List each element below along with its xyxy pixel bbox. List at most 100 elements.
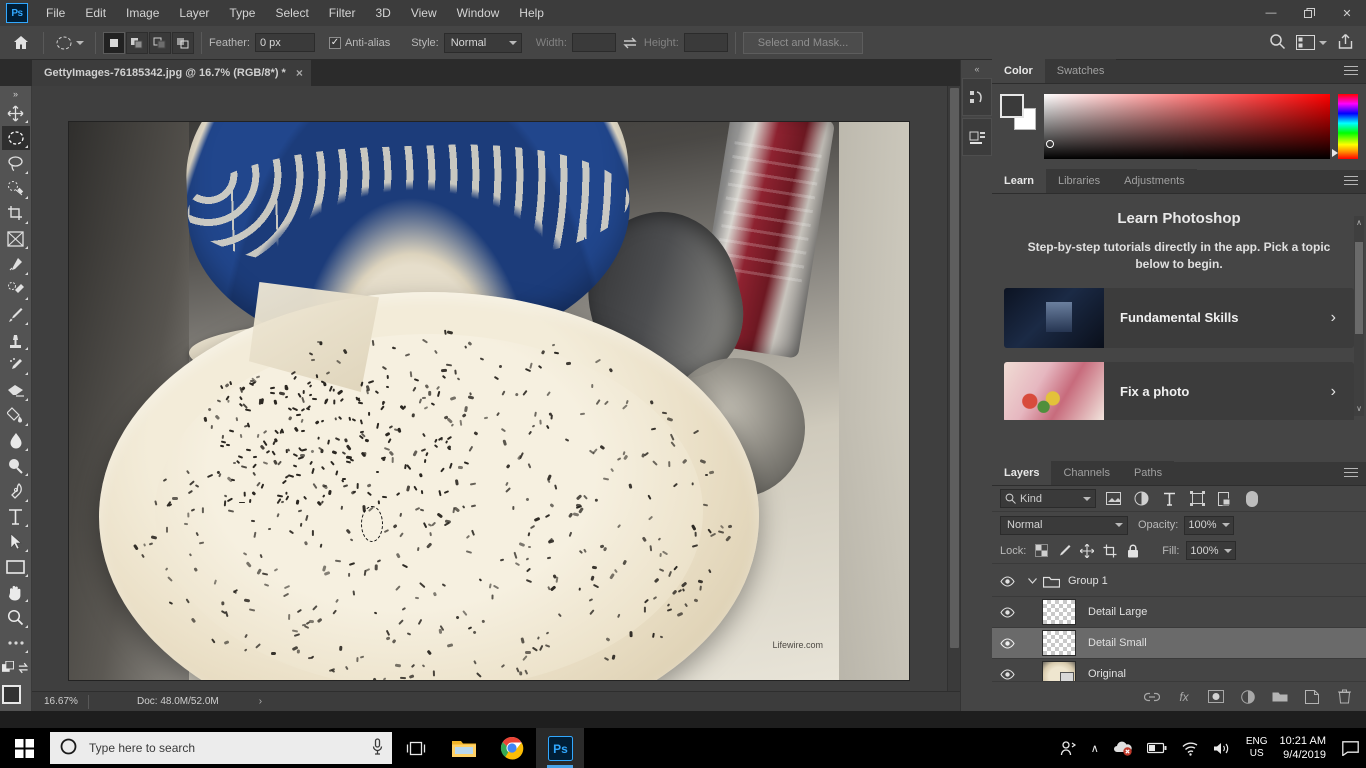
close-button[interactable]: ✕ xyxy=(1328,0,1366,26)
document-tab[interactable]: GettyImages-76185342.jpg @ 16.7% (RGB/8*… xyxy=(32,60,311,86)
menu-type[interactable]: Type xyxy=(219,0,265,26)
task-view-icon[interactable] xyxy=(392,728,440,768)
layer-filter-kind-select[interactable]: Kind xyxy=(1000,489,1096,508)
new-selection-button[interactable] xyxy=(103,31,125,54)
gradient-tool[interactable] xyxy=(2,404,30,428)
layer-visibility-toggle[interactable] xyxy=(992,606,1022,618)
subtract-from-selection-button[interactable] xyxy=(149,31,171,54)
home-icon[interactable] xyxy=(6,30,36,56)
anti-alias-checkbox[interactable]: ✓ xyxy=(328,36,341,49)
canvas-vertical-scrollbar[interactable] xyxy=(947,86,960,698)
color-field-cursor[interactable] xyxy=(1046,140,1054,148)
crop-tool[interactable] xyxy=(2,202,30,226)
share-icon[interactable] xyxy=(1337,33,1354,53)
group-expand-toggle[interactable] xyxy=(1022,578,1042,584)
close-icon[interactable]: × xyxy=(296,66,303,80)
layer-name[interactable]: Group 1 xyxy=(1060,575,1108,587)
menu-view[interactable]: View xyxy=(401,0,447,26)
file-explorer-icon[interactable] xyxy=(440,728,488,768)
height-input[interactable] xyxy=(683,33,728,52)
dodge-tool[interactable] xyxy=(2,454,30,478)
elliptical-marquee-selection[interactable] xyxy=(361,506,383,542)
layer-row-detail-small[interactable]: Detail Small xyxy=(992,628,1366,659)
filter-toggle[interactable] xyxy=(1246,490,1258,507)
rectangle-tool[interactable] xyxy=(2,555,30,579)
brush-tool[interactable] xyxy=(2,303,30,327)
type-tool[interactable] xyxy=(2,505,30,529)
hand-tool[interactable] xyxy=(2,580,30,604)
layer-visibility-toggle[interactable] xyxy=(992,637,1022,649)
hue-slider-marker[interactable] xyxy=(1332,149,1338,157)
more-tools[interactable] xyxy=(2,631,30,655)
layer-name[interactable]: Detail Large xyxy=(1076,606,1147,618)
lock-transparent-pixels-icon[interactable] xyxy=(1033,543,1049,559)
add-layer-style-icon[interactable]: fx xyxy=(1176,689,1192,705)
frame-tool[interactable] xyxy=(2,227,30,251)
layer-visibility-toggle[interactable] xyxy=(992,668,1022,680)
canvas-area[interactable]: Lifewire.com 16.67% Doc: 48.0M/52.0M › xyxy=(32,86,960,711)
quick-mask-and-swap[interactable] xyxy=(1,656,30,680)
zoom-tool[interactable] xyxy=(2,605,30,629)
menu-select[interactable]: Select xyxy=(265,0,318,26)
dock-collapse-icon[interactable]: « xyxy=(961,60,993,78)
lock-artboard-nesting-icon[interactable] xyxy=(1102,543,1118,559)
document-canvas[interactable]: Lifewire.com xyxy=(69,122,909,680)
learn-panel-scrollbar[interactable]: ∧ ∨ xyxy=(1354,216,1364,416)
panel-menu-icon[interactable] xyxy=(1344,66,1358,77)
color-field[interactable] xyxy=(1044,94,1330,159)
delete-layer-icon[interactable] xyxy=(1336,689,1352,705)
clone-stamp-tool[interactable] xyxy=(2,328,30,352)
status-expand-icon[interactable]: › xyxy=(259,696,262,707)
blur-tool[interactable] xyxy=(2,429,30,453)
new-adjustment-layer-icon[interactable] xyxy=(1240,689,1256,705)
link-layers-icon[interactable] xyxy=(1144,689,1160,705)
scrollbar-thumb[interactable] xyxy=(950,88,959,648)
layer-visibility-toggle[interactable] xyxy=(992,575,1022,587)
minimize-button[interactable]: — xyxy=(1252,0,1290,26)
tab-layers[interactable]: Layers xyxy=(992,461,1052,485)
search-input[interactable]: Type here to search xyxy=(50,732,392,764)
tab-channels[interactable]: Channels xyxy=(1051,461,1122,485)
scroll-up-icon[interactable]: ∧ xyxy=(1354,216,1364,230)
type-layers-filter-icon[interactable] xyxy=(1158,489,1180,509)
fill-field[interactable]: 100% xyxy=(1186,541,1236,560)
menu-layer[interactable]: Layer xyxy=(169,0,219,26)
battery-icon[interactable] xyxy=(1140,728,1174,768)
microphone-icon[interactable] xyxy=(371,738,384,758)
menu-edit[interactable]: Edit xyxy=(75,0,116,26)
opacity-field[interactable]: 100% xyxy=(1184,515,1234,535)
photoshop-icon[interactable]: Ps xyxy=(536,728,584,768)
intersect-with-selection-button[interactable] xyxy=(172,31,194,54)
toolbar-collapse-icon[interactable]: » xyxy=(13,89,18,99)
menu-file[interactable]: File xyxy=(36,0,75,26)
menu-3d[interactable]: 3D xyxy=(365,0,400,26)
history-panel-icon[interactable] xyxy=(962,78,992,116)
layer-thumbnail[interactable] xyxy=(1042,630,1076,656)
spot-healing-brush-tool[interactable] xyxy=(2,278,30,302)
lock-all-icon[interactable] xyxy=(1125,543,1141,559)
menu-filter[interactable]: Filter xyxy=(319,0,366,26)
layer-list[interactable]: Group 1 Detail Large Detail Small Origin… xyxy=(992,566,1366,681)
action-center-icon[interactable] xyxy=(1336,728,1364,768)
shape-layers-filter-icon[interactable] xyxy=(1186,489,1208,509)
menu-help[interactable]: Help xyxy=(509,0,554,26)
foreground-color-swatch[interactable] xyxy=(1,685,21,705)
add-to-selection-button[interactable] xyxy=(126,31,148,54)
lock-image-pixels-icon[interactable] xyxy=(1056,543,1072,559)
menu-image[interactable]: Image xyxy=(116,0,169,26)
tab-swatches[interactable]: Swatches xyxy=(1044,59,1117,83)
style-select[interactable]: Normal xyxy=(443,32,522,53)
lock-position-icon[interactable] xyxy=(1079,543,1095,559)
layer-name[interactable]: Detail Small xyxy=(1076,637,1147,649)
windows-start-icon[interactable] xyxy=(0,728,48,768)
google-chrome-icon[interactable] xyxy=(488,728,536,768)
select-and-mask-button[interactable]: Select and Mask... xyxy=(742,31,864,54)
panel-menu-icon[interactable] xyxy=(1344,176,1358,187)
learn-card-fix-a-photo[interactable]: Fix a photo › xyxy=(1004,361,1354,420)
path-selection-tool[interactable] xyxy=(2,530,30,554)
swap-dimensions-icon[interactable] xyxy=(622,35,638,51)
layer-row-original[interactable]: Original xyxy=(992,659,1366,681)
restore-button[interactable] xyxy=(1290,0,1328,26)
wifi-icon[interactable] xyxy=(1174,728,1206,768)
menu-window[interactable]: Window xyxy=(447,0,510,26)
